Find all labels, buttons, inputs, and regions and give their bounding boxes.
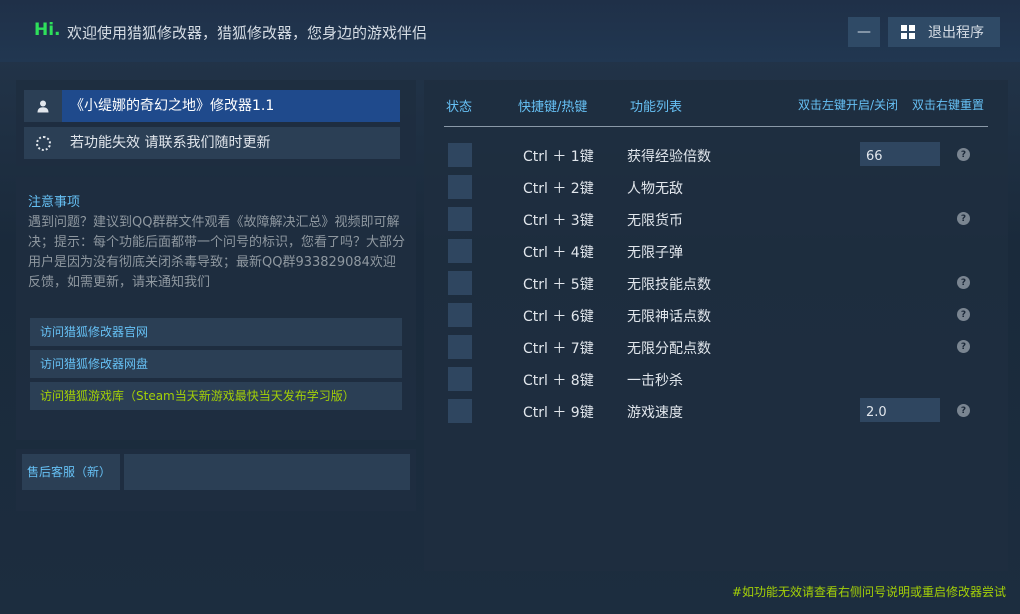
table-row[interactable]: Ctrl ＋ 8键 一击秒杀 bbox=[424, 363, 1008, 395]
help-icon[interactable]: ? bbox=[957, 308, 970, 321]
table-row[interactable]: Ctrl ＋ 7键 无限分配点数 ? bbox=[424, 331, 1008, 363]
hotkey-label: Ctrl ＋ 5键 bbox=[523, 277, 594, 293]
table-row[interactable]: Ctrl ＋ 5键 无限技能点数 ? bbox=[424, 267, 1008, 299]
user-icon bbox=[24, 90, 62, 122]
exit-label: 退出程序 bbox=[928, 25, 984, 41]
footer-note: #如功能无效请查看右侧问号说明或重启修改器尝试 bbox=[731, 585, 1006, 599]
game-title: 《小缇娜的奇幻之地》修改器1.1 bbox=[62, 90, 400, 122]
header-toggle-hint: 双击左键开启/关闭 bbox=[798, 98, 899, 112]
windows-icon bbox=[901, 25, 915, 39]
help-icon[interactable]: ? bbox=[957, 148, 970, 161]
table-row[interactable]: Ctrl ＋ 6键 无限神话点数 ? bbox=[424, 299, 1008, 331]
exit-button[interactable]: 退出程序 bbox=[888, 17, 1000, 47]
status-toggle[interactable] bbox=[448, 303, 472, 327]
table-row[interactable]: Ctrl ＋ 9键 游戏速度 ? bbox=[424, 395, 1008, 427]
header-status: 状态 bbox=[446, 100, 473, 115]
notes-title: 注意事项 bbox=[28, 195, 81, 210]
function-name: 无限神话点数 bbox=[627, 309, 711, 325]
help-icon[interactable]: ? bbox=[957, 212, 970, 225]
status-toggle[interactable] bbox=[448, 207, 472, 231]
function-name: 获得经验倍数 bbox=[627, 149, 711, 165]
help-icon[interactable]: ? bbox=[957, 340, 970, 353]
header-reset-hint: 双击右键重置 bbox=[912, 98, 985, 112]
header-hotkey: 快捷键/热键 bbox=[518, 100, 588, 115]
function-name: 人物无敌 bbox=[627, 181, 683, 197]
status-toggle[interactable] bbox=[448, 367, 472, 391]
game-library-link[interactable]: 访问猎狐游戏库（Steam当天新游戏最快当天发布学习版） bbox=[30, 382, 402, 410]
game-title-row: 《小缇娜的奇幻之地》修改器1.1 bbox=[24, 90, 400, 122]
hotkey-label: Ctrl ＋ 9键 bbox=[523, 405, 594, 421]
header-bar: Hi. 欢迎使用猎狐修改器，猎狐修改器，您身边的游戏伴侣 — 退出程序 bbox=[0, 0, 1020, 62]
function-name: 无限子弹 bbox=[627, 245, 683, 261]
hotkey-label: Ctrl ＋ 8键 bbox=[523, 373, 594, 389]
status-toggle[interactable] bbox=[448, 175, 472, 199]
function-name: 无限技能点数 bbox=[627, 277, 711, 293]
netdisk-link[interactable]: 访问猎狐修改器网盘 bbox=[30, 350, 402, 378]
title-panel: 《小缇娜的奇幻之地》修改器1.1 若功能失效 请联系我们随时更新 bbox=[16, 80, 416, 166]
header-divider bbox=[444, 126, 988, 127]
hotkey-label: Ctrl ＋ 2键 bbox=[523, 181, 594, 197]
notes-body: 遇到问题？建议到QQ群群文件观看《故障解决汇总》视频即可解决；提示：每个功能后面… bbox=[28, 215, 406, 290]
exp-multiplier-input[interactable] bbox=[860, 142, 940, 166]
status-toggle[interactable] bbox=[448, 399, 472, 423]
function-name: 游戏速度 bbox=[627, 405, 683, 421]
hotkey-label: Ctrl ＋ 6键 bbox=[523, 309, 594, 325]
status-toggle[interactable] bbox=[448, 143, 472, 167]
help-icon[interactable]: ? bbox=[957, 404, 970, 417]
header-function: 功能列表 bbox=[630, 100, 683, 115]
game-speed-input[interactable] bbox=[860, 398, 940, 422]
status-toggle[interactable] bbox=[448, 239, 472, 263]
notes-panel: 注意事项 遇到问题？建议到QQ群群文件观看《故障解决汇总》视频即可解决；提示：每… bbox=[16, 177, 416, 440]
hotkey-label: Ctrl ＋ 1键 bbox=[523, 149, 594, 165]
table-row[interactable]: Ctrl ＋ 2键 人物无敌 bbox=[424, 171, 1008, 203]
loading-icon bbox=[24, 127, 62, 159]
table-row[interactable]: Ctrl ＋ 1键 获得经验倍数 ? bbox=[424, 139, 1008, 171]
function-name: 无限货币 bbox=[627, 213, 683, 229]
status-toggle[interactable] bbox=[448, 335, 472, 359]
support-panel: 售后客服（新） bbox=[16, 449, 416, 511]
function-name: 一击秒杀 bbox=[627, 373, 683, 389]
support-button[interactable]: 售后客服（新） bbox=[22, 454, 120, 490]
support-box bbox=[124, 454, 410, 490]
minimize-label: — bbox=[857, 24, 871, 40]
hi-label: Hi. bbox=[34, 20, 61, 40]
function-panel: 状态 快捷键/热键 功能列表 双击左键开启/关闭 双击右键重置 Ctrl ＋ 1… bbox=[424, 80, 1008, 571]
hotkey-label: Ctrl ＋ 4键 bbox=[523, 245, 594, 261]
official-site-link[interactable]: 访问猎狐修改器官网 bbox=[30, 318, 402, 346]
table-row[interactable]: Ctrl ＋ 3键 无限货币 ? bbox=[424, 203, 1008, 235]
notice-text: 若功能失效 请联系我们随时更新 bbox=[62, 127, 400, 159]
minimize-button[interactable]: — bbox=[848, 17, 880, 47]
trainer-window: Hi. 欢迎使用猎狐修改器，猎狐修改器，您身边的游戏伴侣 — 退出程序 《小缇娜… bbox=[0, 0, 1020, 614]
hotkey-label: Ctrl ＋ 3键 bbox=[523, 213, 594, 229]
hotkey-label: Ctrl ＋ 7键 bbox=[523, 341, 594, 357]
notice-row: 若功能失效 请联系我们随时更新 bbox=[24, 127, 400, 159]
table-row[interactable]: Ctrl ＋ 4键 无限子弹 bbox=[424, 235, 1008, 267]
status-toggle[interactable] bbox=[448, 271, 472, 295]
welcome-text: 欢迎使用猎狐修改器，猎狐修改器，您身边的游戏伴侣 bbox=[67, 24, 428, 42]
function-name: 无限分配点数 bbox=[627, 341, 711, 357]
help-icon[interactable]: ? bbox=[957, 276, 970, 289]
